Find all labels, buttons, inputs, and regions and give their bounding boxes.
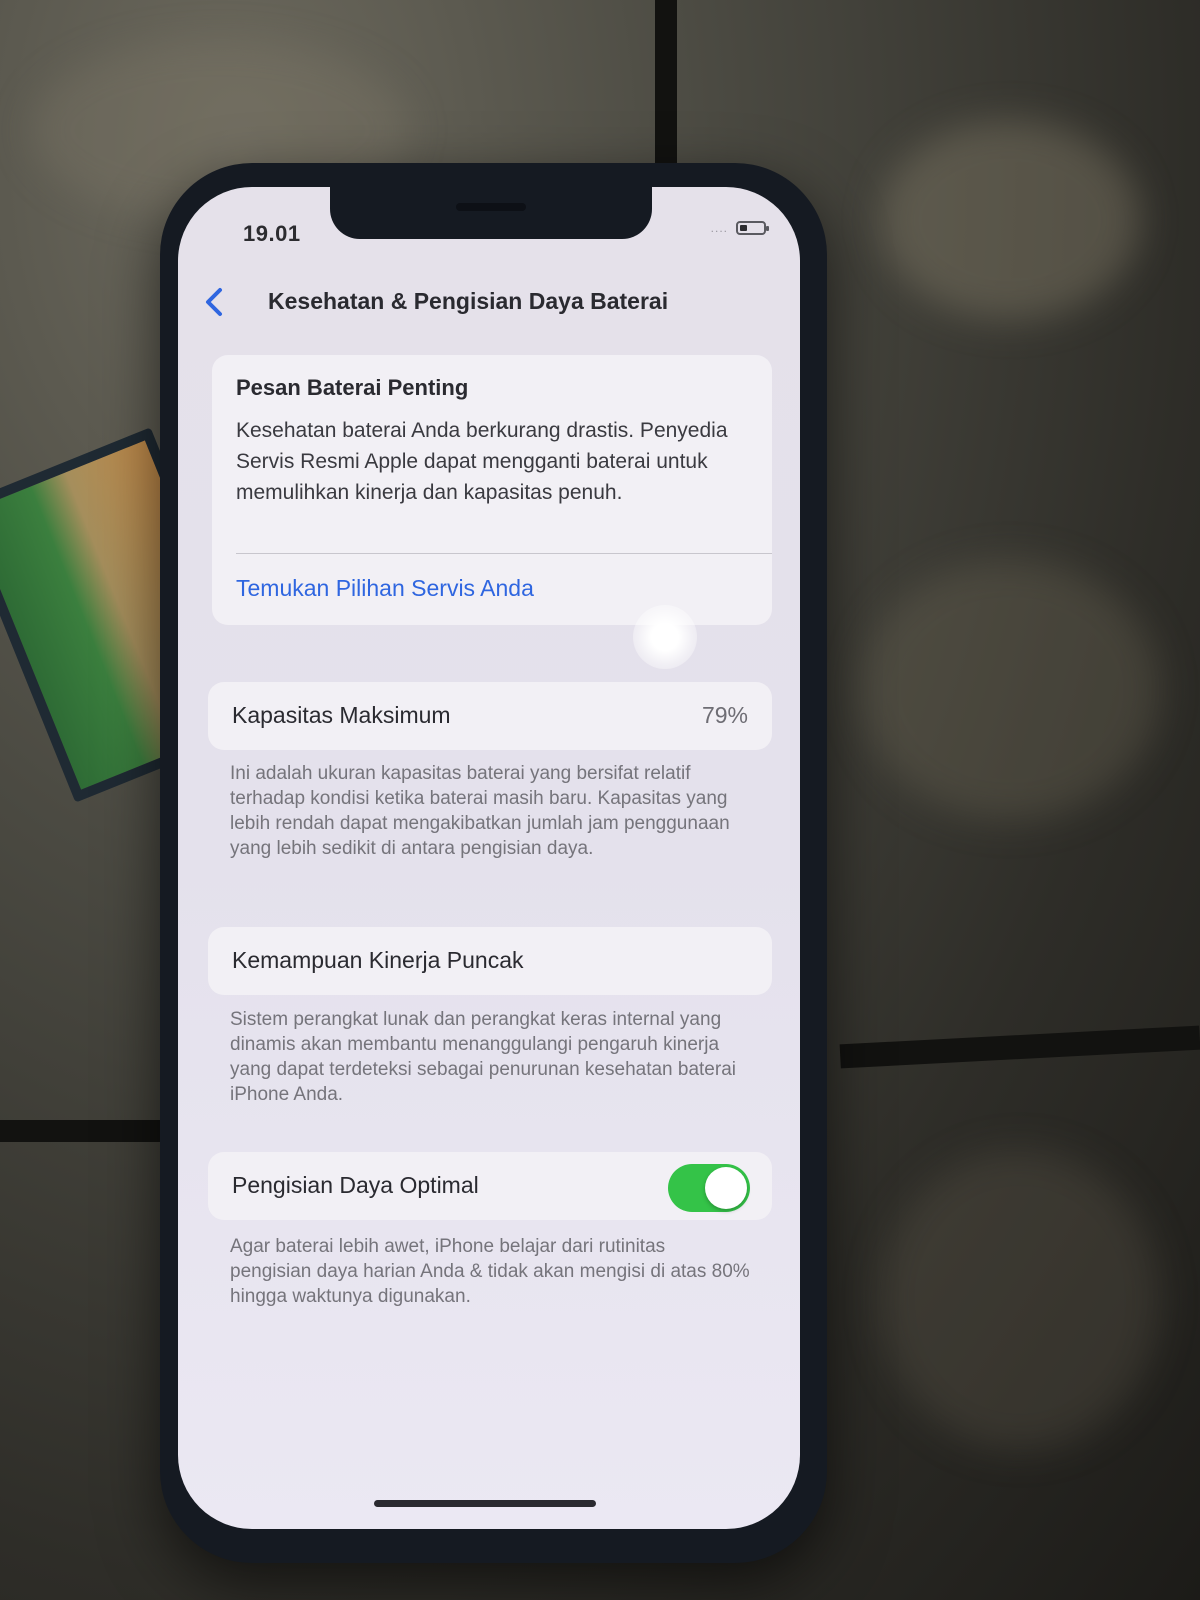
floor-background [860,560,1160,820]
maximum-capacity-footnote: Ini adalah ukuran kapasitas baterai yang… [230,763,730,859]
floor-tile-seam [0,1120,170,1142]
maximum-capacity-row: Kapasitas Maksimum 79% [208,682,772,750]
page-title: Kesehatan & Pengisian Daya Baterai [268,288,669,314]
service-options-link[interactable]: Temukan Pilihan Servis Anda [236,575,534,602]
peak-performance-label: Kemampuan Kinerja Puncak [232,947,524,973]
floor-tile-seam [655,0,677,175]
toggle-knob [705,1167,747,1209]
divider [236,553,772,554]
maximum-capacity-value: 79% [701,702,748,728]
optimized-charging-toggle[interactable] [668,1164,750,1212]
optimized-charging-footnote: Agar baterai lebih awet, iPhone belajar … [230,1236,750,1307]
chevron-left-icon[interactable] [200,282,230,322]
battery-icon [736,221,769,235]
floor-background [880,120,1140,320]
peak-performance-footnote: Sistem perangkat lunak dan perangkat ker… [230,1009,736,1105]
status-time: 19.01 [243,221,301,246]
phone-screen: 19.01 .... Kesehatan & Pengisian Daya Ba… [178,187,800,1529]
optimized-charging-row: Pengisian Daya Optimal [208,1152,772,1220]
earpiece-speaker [456,203,526,211]
alert-title: Pesan Baterai Penting [236,375,469,400]
battery-alert-card: Pesan Baterai Penting Kesehatan baterai … [212,355,772,625]
home-indicator[interactable] [374,1500,596,1507]
peak-performance-row: Kemampuan Kinerja Puncak [208,927,772,995]
floor-tile-seam [839,1025,1200,1069]
navigation-bar: Kesehatan & Pengisian Daya Baterai [178,282,800,322]
status-indicators: .... [710,221,769,235]
notch [330,187,652,239]
floor-background [880,1150,1160,1450]
signal-icon: .... [710,221,728,235]
battery-level-fill [740,225,747,231]
optimized-charging-label: Pengisian Daya Optimal [232,1172,479,1198]
maximum-capacity-label: Kapasitas Maksimum [232,702,451,728]
alert-body: Kesehatan baterai Anda berkurang drastis… [236,419,728,504]
